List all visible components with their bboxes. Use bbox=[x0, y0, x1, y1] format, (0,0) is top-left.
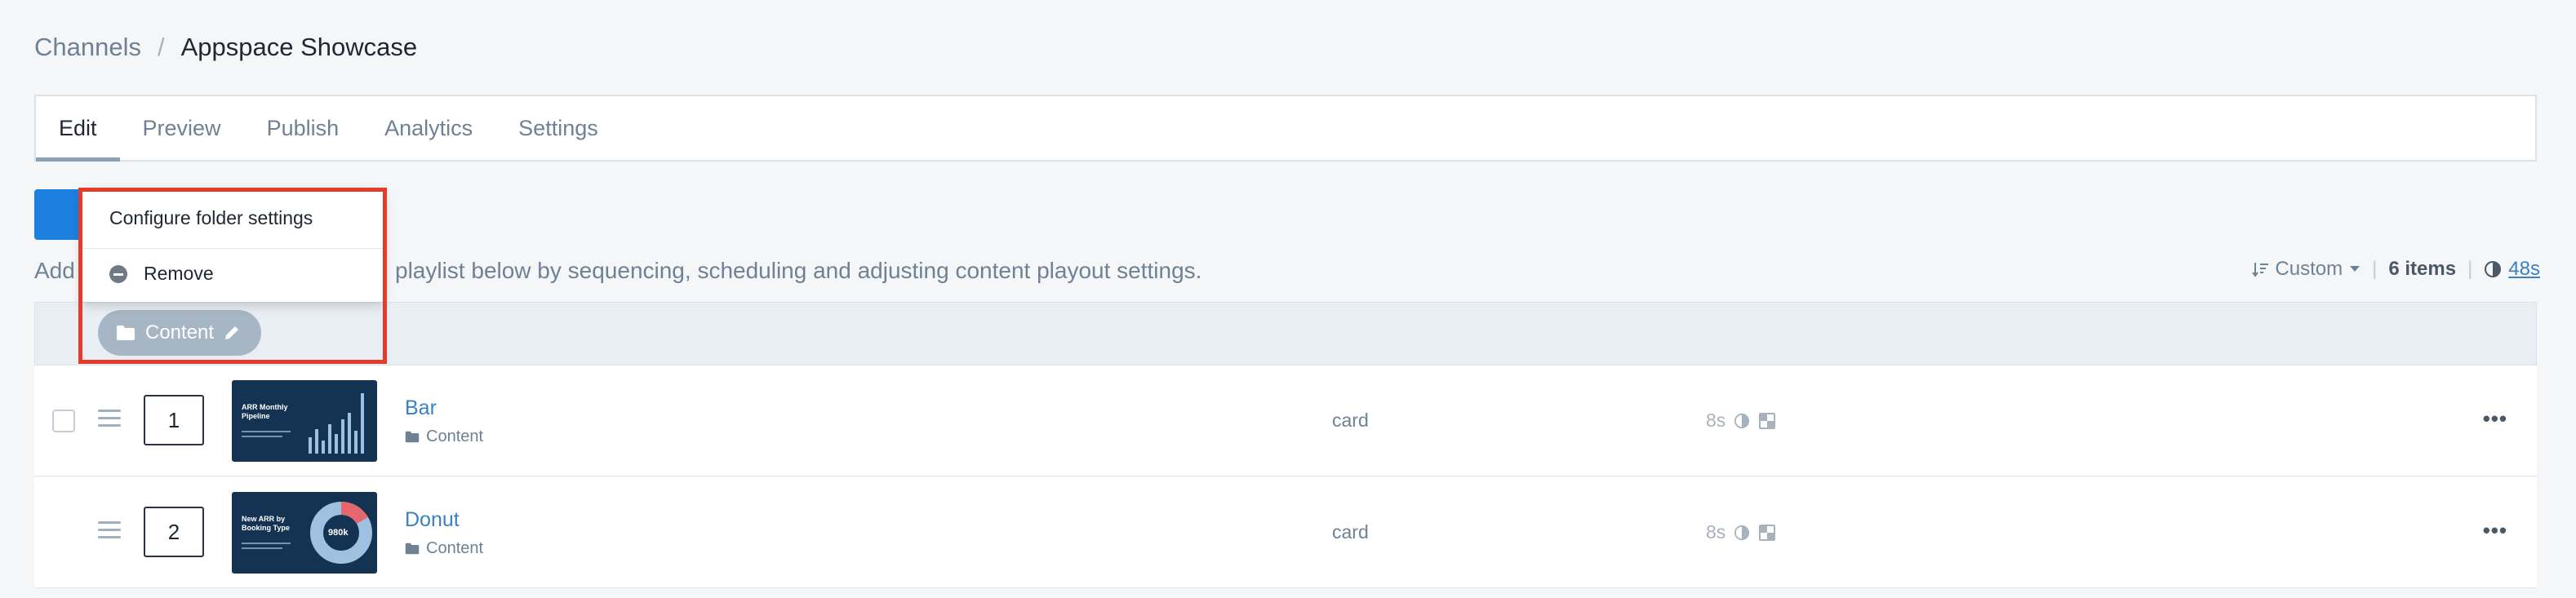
content-name-link[interactable]: Donut bbox=[405, 508, 460, 532]
table-row: 2 New ARR by Booking Type 980k Donut Con… bbox=[34, 477, 2537, 588]
content-duration: 8s bbox=[1706, 521, 1776, 543]
folder-pill[interactable]: Content bbox=[98, 310, 262, 356]
thumbnail-title: New ARR by Booking Type bbox=[242, 515, 290, 532]
content-duration: 8s bbox=[1706, 410, 1776, 432]
content-folder: Content bbox=[405, 539, 483, 558]
sort-dropdown[interactable]: Custom bbox=[2275, 258, 2343, 281]
content-name-link[interactable]: Bar bbox=[405, 396, 437, 420]
tab-edit[interactable]: Edit bbox=[36, 96, 120, 162]
help-text: Add playlist below by sequencing, schedu… bbox=[34, 258, 1201, 284]
content-folder: Content bbox=[405, 427, 483, 446]
thumbnail-text-line bbox=[242, 431, 291, 432]
content-type: card bbox=[1332, 410, 1369, 431]
folder-pill-label: Content bbox=[145, 321, 215, 343]
remove-item-label: Remove bbox=[144, 263, 214, 284]
position-input[interactable]: 2 bbox=[144, 507, 204, 557]
folder-icon bbox=[405, 431, 420, 443]
duration-icon bbox=[1734, 413, 1750, 429]
duration-value: 8s bbox=[1706, 521, 1726, 543]
folder-icon bbox=[405, 543, 420, 555]
content-folder-label: Content bbox=[426, 539, 484, 557]
thumbnail-text-line bbox=[242, 543, 291, 544]
transition-icon[interactable] bbox=[1758, 524, 1776, 542]
tab-analytics[interactable]: Analytics bbox=[362, 96, 495, 160]
duration-icon bbox=[1734, 525, 1750, 541]
thumbnail-value: 980k bbox=[328, 528, 349, 538]
menu-divider bbox=[82, 248, 384, 249]
tab-bar: Edit Preview Publish Analytics Settings bbox=[34, 95, 2537, 162]
help-text-prefix: Add bbox=[34, 258, 75, 283]
content-folder-label: Content bbox=[426, 427, 484, 445]
drag-handle-icon[interactable] bbox=[98, 521, 121, 539]
thumbnail-text-line bbox=[242, 436, 282, 437]
page-title: Appspace Showcase bbox=[180, 33, 418, 61]
help-text-body: playlist below by sequencing, scheduling… bbox=[395, 258, 1202, 283]
remove-item[interactable]: Remove bbox=[109, 263, 214, 285]
duration-icon bbox=[2484, 260, 2502, 278]
chevron-down-icon[interactable] bbox=[2349, 265, 2361, 273]
breadcrumb: Channels / Appspace Showcase bbox=[34, 33, 417, 62]
toolbar-divider: | bbox=[2372, 258, 2378, 280]
folder-group-row bbox=[34, 302, 2537, 365]
folder-icon bbox=[116, 325, 135, 341]
row-checkbox[interactable] bbox=[52, 410, 75, 432]
content-thumbnail[interactable]: New ARR by Booking Type 980k bbox=[232, 492, 377, 574]
content-thumbnail[interactable]: ARR Monthly Pipeline bbox=[232, 380, 377, 462]
remove-circle-icon bbox=[109, 264, 127, 283]
content-type: card bbox=[1332, 521, 1369, 543]
item-count: 6 items bbox=[2388, 258, 2457, 280]
breadcrumb-separator: / bbox=[157, 33, 165, 61]
folder-context-menu: Configure folder settings Remove bbox=[82, 189, 384, 302]
breadcrumb-channels-link[interactable]: Channels bbox=[34, 33, 141, 62]
thumbnail-text-line bbox=[242, 547, 282, 549]
tab-publish[interactable]: Publish bbox=[244, 96, 362, 160]
bar-chart-preview-icon bbox=[309, 393, 364, 454]
drag-handle-icon[interactable] bbox=[98, 410, 121, 427]
duration-value: 8s bbox=[1706, 410, 1726, 431]
thumbnail-title: ARR Monthly Pipeline bbox=[242, 403, 288, 420]
more-options-icon[interactable]: ••• bbox=[2483, 518, 2507, 543]
tab-preview[interactable]: Preview bbox=[120, 96, 244, 160]
pencil-icon[interactable] bbox=[224, 325, 240, 341]
total-duration-link[interactable]: 48s bbox=[2508, 258, 2540, 281]
toolbar-divider: | bbox=[2467, 258, 2473, 280]
tab-settings[interactable]: Settings bbox=[495, 96, 621, 160]
playlist-toolbar: Custom | 6 items | 48s bbox=[2252, 258, 2540, 281]
sort-icon[interactable] bbox=[2252, 260, 2270, 278]
position-input[interactable]: 1 bbox=[144, 395, 204, 445]
configure-folder-settings-item[interactable]: Configure folder settings bbox=[109, 207, 313, 229]
table-row: 1 ARR Monthly Pipeline Bar Content card … bbox=[34, 365, 2537, 476]
more-options-icon[interactable]: ••• bbox=[2483, 406, 2507, 432]
transition-icon[interactable] bbox=[1758, 412, 1776, 430]
